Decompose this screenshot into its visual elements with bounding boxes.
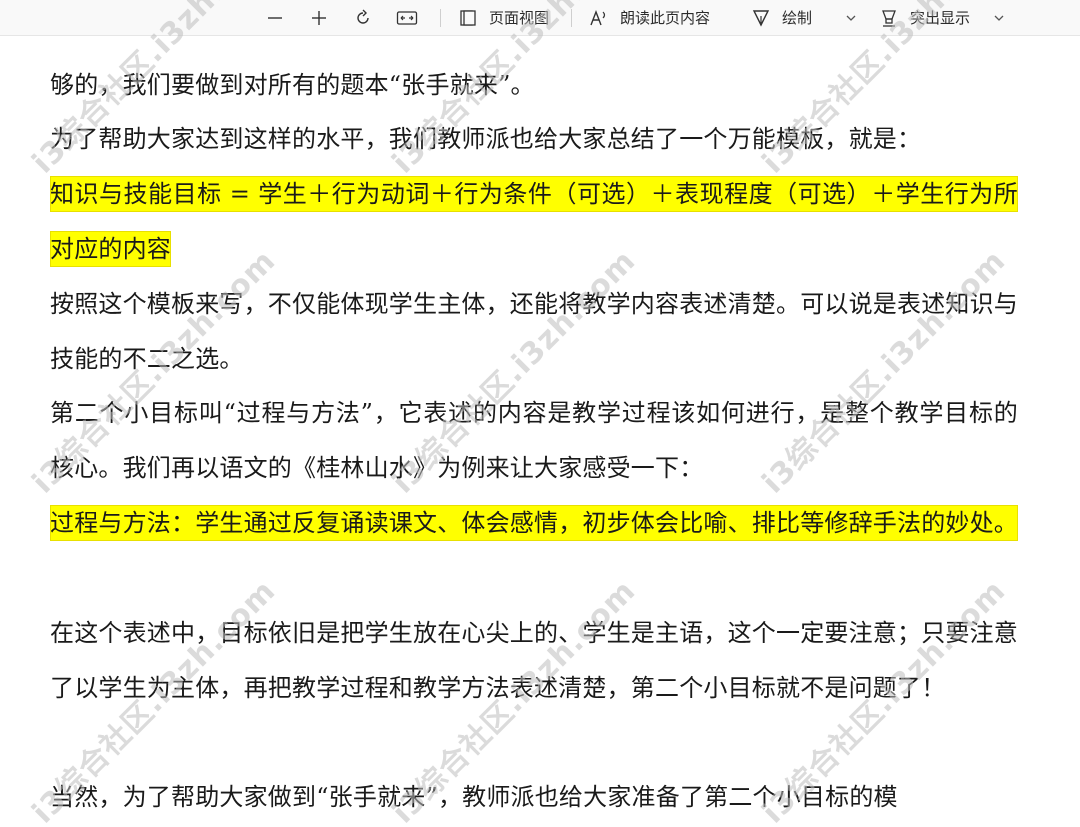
- page-view-icon: [455, 5, 481, 31]
- page-view-button[interactable]: 页面视图: [455, 5, 549, 31]
- read-aloud-label: 朗读此页内容: [620, 9, 711, 27]
- minus-icon: [268, 16, 282, 19]
- read-aloud-icon: [586, 5, 612, 31]
- highlight-mark: 过程与方法：学生通过反复诵读课文、体会感情，初步体会比喻、排比等修辞手法的妙处。: [50, 505, 1018, 541]
- fit-width-button[interactable]: [394, 5, 420, 31]
- draw-options-dropdown[interactable]: [846, 14, 856, 22]
- rotate-button[interactable]: [350, 5, 376, 31]
- paragraph: 按照这个模板来写，不仅能体现学生主体，还能将教学内容表述清楚。可以说是表述知识与…: [50, 290, 1018, 373]
- toolbar-divider: [440, 8, 441, 27]
- chevron-down-icon: [994, 15, 1004, 21]
- highlighted-paragraph: 知识与技能目标 = 学生＋行为动词＋行为条件（可选）＋表现程度（可选）＋学生行为…: [50, 167, 1018, 276]
- rotate-icon: [357, 9, 369, 24]
- zoom-in-button[interactable]: [306, 5, 332, 31]
- highlight-options-dropdown[interactable]: [994, 14, 1004, 22]
- zoom-out-button[interactable]: [262, 5, 288, 31]
- highlighted-paragraph: 过程与方法：学生通过反复诵读课文、体会感情，初步体会比喻、排比等修辞手法的妙处。: [50, 496, 1018, 551]
- fit-width-icon: [396, 10, 418, 25]
- paragraph: 当然，为了帮助大家做到“张手就来”，教师派也给大家准备了第二个小目标的模: [50, 783, 898, 811]
- toolbar-divider: [571, 8, 573, 27]
- paragraph: 够的，我们要做到对所有的题本“张手就来”。: [50, 71, 535, 99]
- highlight-icon: [876, 5, 902, 31]
- read-aloud-button[interactable]: 朗读此页内容: [586, 5, 710, 31]
- chevron-down-icon: [846, 15, 856, 21]
- document-page: 够的，我们要做到对所有的题本“张手就来”。 为了帮助大家达到这样的水平，我们教师…: [0, 36, 1080, 827]
- draw-icon: [748, 5, 774, 31]
- paragraph: 在这个表述中，目标依旧是把学生放在心尖上的、学生是主语，这个一定要注意；只要注意…: [50, 619, 1018, 702]
- reader-toolbar: 页面视图 朗读此页内容 绘制 突出显示: [0, 0, 1080, 36]
- draw-label: 绘制: [782, 9, 813, 27]
- paragraph: 第二个小目标叫“过程与方法”，它表述的内容是教学过程该如何进行，是整个教学目标的…: [50, 399, 1018, 482]
- highlight-mark: 知识与技能目标 = 学生＋行为动词＋行为条件（可选）＋表现程度（可选）＋学生行为…: [50, 176, 1018, 267]
- draw-button[interactable]: 绘制: [748, 5, 812, 31]
- highlight-button[interactable]: 突出显示: [876, 5, 970, 31]
- plus-icon: [312, 10, 326, 25]
- paragraph: 为了帮助大家达到这样的水平，我们教师派也给大家总结了一个万能模板，就是：: [50, 125, 922, 153]
- highlight-label: 突出显示: [910, 9, 971, 27]
- page-view-label: 页面视图: [489, 9, 550, 27]
